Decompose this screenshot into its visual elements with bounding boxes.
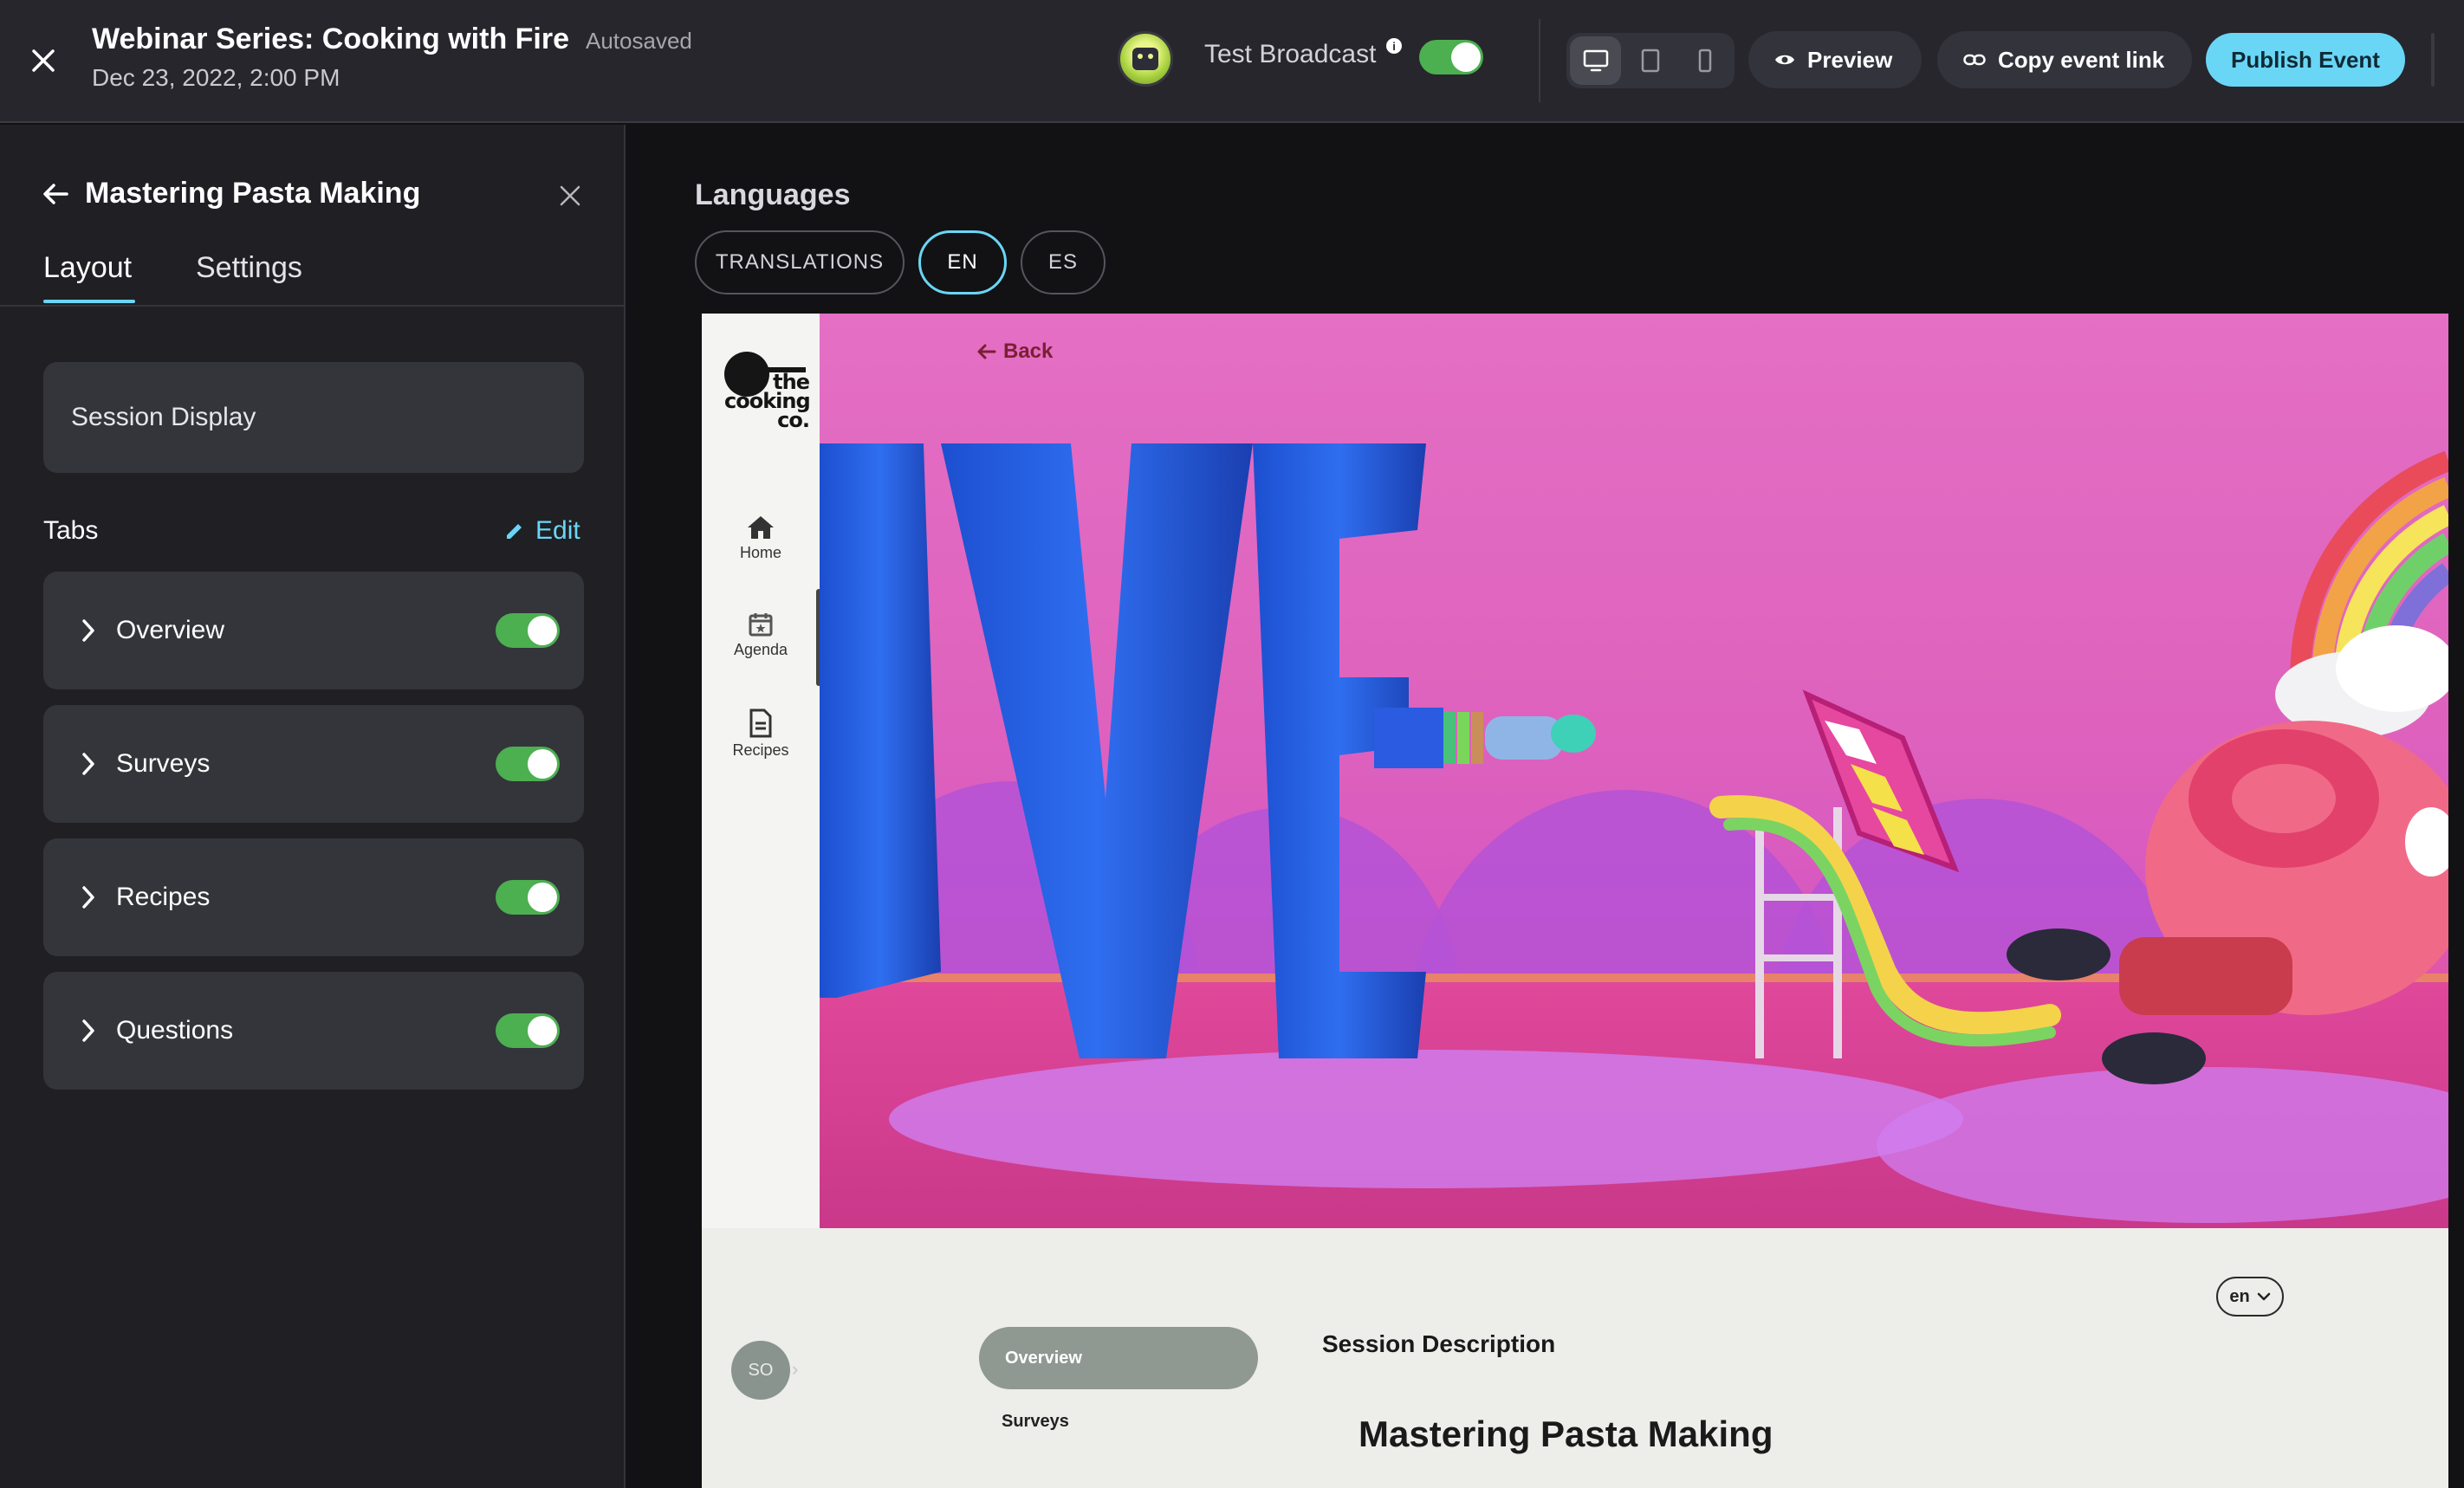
preview-sidebar: the cooking co. Home Agenda Recipes	[702, 314, 821, 1228]
session-display-option[interactable]: Session Display	[43, 362, 584, 473]
arrow-left-icon	[977, 344, 996, 359]
preview-button[interactable]: Preview	[1748, 31, 1922, 88]
tab-row-label: Questions	[116, 1016, 234, 1045]
nav-label: Home	[739, 544, 781, 561]
event-datetime: Dec 23, 2022, 2:00 PM	[92, 64, 340, 91]
tab-row-surveys: Surveys	[43, 705, 584, 823]
overview-toggle[interactable]	[496, 613, 560, 648]
expand-questions-button[interactable]	[71, 1013, 106, 1048]
divider	[0, 305, 624, 307]
chevron-right-icon	[82, 753, 94, 775]
recipes-toggle[interactable]	[496, 880, 560, 915]
logo-text: the cooking co.	[724, 370, 811, 432]
info-icon[interactable]: i	[1386, 38, 1402, 54]
avatar[interactable]	[1118, 31, 1173, 87]
desktop-icon	[1583, 49, 1608, 72]
tabs-heading: Tabs	[43, 516, 99, 545]
tablet-icon	[1641, 49, 1660, 73]
panel-title: Mastering Pasta Making	[85, 177, 421, 210]
test-broadcast-toggle[interactable]	[1419, 40, 1483, 74]
publish-event-button[interactable]: Publish Event	[2206, 33, 2405, 87]
questions-toggle[interactable]	[496, 1013, 560, 1048]
close-icon	[560, 185, 580, 206]
copy-event-link-button[interactable]: Copy event link	[1937, 31, 2192, 88]
tab-settings[interactable]: Settings	[196, 251, 302, 285]
chevron-down-icon	[2257, 1292, 2270, 1301]
edit-tabs-button[interactable]: Edit	[504, 516, 580, 546]
session-name: Mastering Pasta Making	[1358, 1414, 1773, 1454]
active-tab-indicator	[43, 300, 135, 303]
chevron-right-icon	[82, 619, 94, 642]
chevron-right-icon	[82, 886, 94, 909]
languages-heading: Languages	[695, 178, 851, 211]
copy-link-label: Copy event link	[1998, 46, 2165, 73]
expand-surveys-button[interactable]	[71, 747, 106, 781]
preview-label: Preview	[1807, 46, 1893, 73]
nav-item-recipes[interactable]: Recipes	[702, 708, 820, 760]
chevron-right-icon: ›	[792, 1358, 799, 1380]
back-button[interactable]	[40, 178, 71, 210]
brand-logo: the cooking co.	[724, 348, 811, 443]
language-select-value: en	[2229, 1286, 2250, 1306]
top-bar: Webinar Series: Cooking with Fire Autosa…	[0, 0, 2464, 123]
nav-item-home[interactable]: Home	[702, 514, 820, 562]
tablet-view-button[interactable]	[1624, 36, 1676, 85]
session-tab-overview[interactable]: Overview	[979, 1327, 1258, 1389]
event-title: Webinar Series: Cooking with Fire	[92, 23, 570, 55]
arrow-left-icon	[43, 184, 68, 204]
close-editor-button[interactable]	[23, 40, 64, 81]
hero-artwork	[820, 443, 2448, 1228]
home-icon	[748, 516, 774, 539]
pencil-icon	[507, 524, 522, 539]
eye-icon	[1775, 55, 1794, 65]
session-description-heading: Session Description	[1322, 1330, 1556, 1357]
surveys-toggle[interactable]	[496, 747, 560, 781]
nav-item-agenda[interactable]: Agenda	[702, 611, 820, 659]
autosave-status: Autosaved	[586, 28, 692, 54]
translations-button[interactable]: TRANSLATIONS	[695, 230, 905, 294]
test-broadcast-label: Test Broadcast	[1204, 40, 1377, 68]
edit-label: Edit	[535, 516, 580, 545]
page-preview: the cooking co. Home Agenda Recipes Back…	[702, 314, 2448, 1488]
document-icon	[749, 708, 772, 738]
nav-label: Agenda	[733, 641, 788, 658]
calendar-icon	[749, 613, 773, 637]
desktop-view-button[interactable]	[1570, 36, 1622, 85]
back-label: Back	[1003, 340, 1054, 363]
panel-close-button[interactable]	[553, 178, 587, 213]
divider	[2431, 33, 2435, 87]
chevron-right-icon	[82, 1019, 94, 1042]
back-link[interactable]: Back	[977, 340, 1053, 364]
session-tab-surveys[interactable]: Surveys	[1002, 1412, 1069, 1432]
tab-row-overview: Overview	[43, 572, 584, 689]
expand-recipes-button[interactable]	[71, 880, 106, 915]
tab-row-label: Overview	[116, 616, 225, 644]
device-switcher	[1566, 33, 1735, 88]
mobile-icon	[1699, 49, 1712, 73]
mobile-view-button[interactable]	[1680, 36, 1731, 85]
link-icon	[1963, 54, 1986, 66]
language-es-button[interactable]: ES	[1021, 230, 1106, 294]
nav-label: Recipes	[732, 741, 789, 759]
language-select[interactable]: en	[2216, 1277, 2284, 1317]
tab-row-recipes: Recipes	[43, 838, 584, 956]
tab-row-label: Recipes	[116, 883, 211, 911]
language-en-button[interactable]: EN	[918, 230, 1007, 294]
session-settings-panel: Mastering Pasta Making Layout Settings S…	[0, 125, 626, 1488]
tab-row-label: Surveys	[116, 749, 211, 778]
expand-overview-button[interactable]	[71, 613, 106, 648]
speaker-avatar[interactable]: SO	[731, 1341, 790, 1400]
close-icon	[32, 49, 55, 72]
divider	[1539, 19, 1540, 102]
session-hero-image: Back	[820, 314, 2448, 1228]
tab-row-questions: Questions	[43, 972, 584, 1090]
tab-layout[interactable]: Layout	[43, 251, 132, 285]
